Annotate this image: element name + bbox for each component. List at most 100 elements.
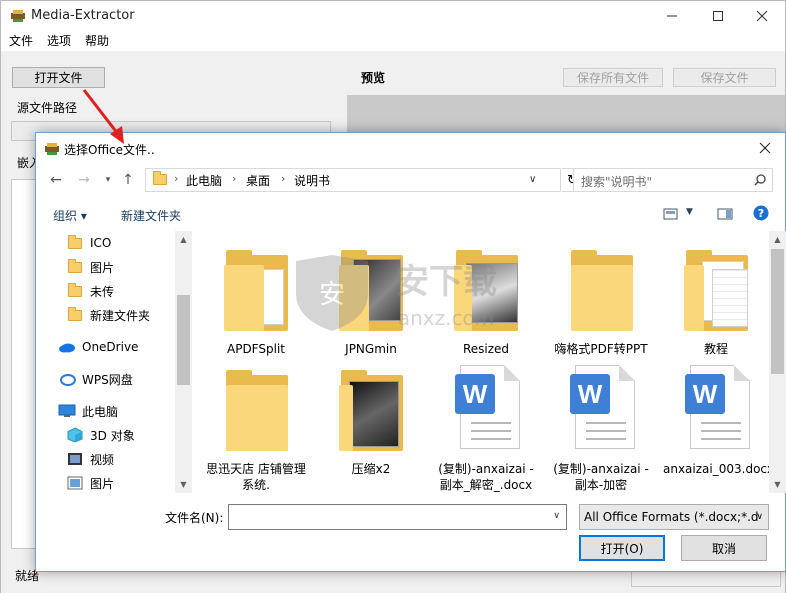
nav-item-label: ICO <box>90 236 112 250</box>
view-options-icon[interactable] <box>663 208 679 220</box>
file-item-docx-encrypted[interactable]: W (复制)-anxaizai -副本-加密 <box>548 363 654 493</box>
menu-options[interactable]: 选项 <box>47 31 71 51</box>
maximize-button[interactable] <box>695 1 741 31</box>
file-scroll-thumb[interactable] <box>771 249 784 374</box>
annotation-arrow-icon <box>82 89 124 144</box>
minimize-button[interactable] <box>649 1 695 31</box>
file-type-value: All Office Formats (*.docx;*.d <box>584 510 759 524</box>
nav-item-label: 3D 对象 <box>90 428 135 443</box>
search-box[interactable]: 搜索"说明书" <box>573 168 773 192</box>
scroll-down-icon[interactable]: ▼ <box>769 476 786 493</box>
folder-icon <box>208 363 304 459</box>
file-label: APDFSplit <box>227 342 285 356</box>
organize-button[interactable]: 组织 ▾ <box>53 207 87 224</box>
scroll-up-icon[interactable]: ▲ <box>769 231 786 248</box>
cancel-button[interactable]: 取消 <box>681 535 767 561</box>
window-title: Media-Extractor <box>31 8 135 23</box>
file-label: JPNGmin <box>345 342 397 356</box>
menu-bar: 文件 选项 帮助 <box>1 31 785 51</box>
file-label: (复制)-anxaizai -副本_解密_.docx <box>438 462 534 492</box>
folder-icon <box>668 243 764 339</box>
dialog-toolbar: 组织 ▾ 新建文件夹 ▼ ? <box>36 199 785 229</box>
recent-locations-button[interactable]: ▾ <box>98 170 118 190</box>
address-history-chevron-icon[interactable]: ∨ <box>529 174 536 185</box>
breadcrumb-separator-icon: › <box>174 172 179 185</box>
nav-item-label: WPS网盘 <box>82 372 133 387</box>
file-label: 教程 <box>703 342 728 356</box>
title-bar: Media-Extractor <box>1 1 785 31</box>
word-document-icon: W <box>668 363 764 459</box>
folder-icon <box>66 282 84 298</box>
filename-input[interactable]: ∨ <box>228 504 567 530</box>
navigation-row: ← → ▾ ↑ › 此电脑 › 桌面 › 说明书 ∨ ↻ 搜索"说明书" <box>36 165 785 195</box>
new-folder-button[interactable]: 新建文件夹 <box>121 207 181 224</box>
navigation-pane: ICO 图片 未传 新建文件夹 OneDrive WPS网盘 此电脑 3D 对象… <box>36 231 191 493</box>
search-placeholder: 搜索"说明书" <box>581 175 653 189</box>
breadcrumb-desktop[interactable]: 桌面 <box>246 172 270 189</box>
save-all-files-button[interactable]: 保存所有文件 <box>563 68 663 87</box>
close-icon <box>759 142 771 154</box>
breadcrumb-manual[interactable]: 说明书 <box>294 172 330 189</box>
back-button[interactable]: ← <box>46 170 66 190</box>
pictures-icon <box>66 476 84 490</box>
open-button[interactable]: 打开(O) <box>579 535 665 561</box>
address-bar[interactable]: › 此电脑 › 桌面 › 说明书 ∨ <box>145 168 561 192</box>
video-icon <box>66 452 84 466</box>
minimize-icon <box>667 15 677 17</box>
nav-item-label: 图片 <box>90 476 115 491</box>
file-label: (复制)-anxaizai -副本-加密 <box>553 462 649 492</box>
dialog-title-bar: 选择Office文件.. <box>36 133 785 163</box>
word-document-icon: W <box>553 363 649 459</box>
nav-pane-scrollbar[interactable]: ▲ ▼ <box>175 231 192 493</box>
arrow-up-icon: ↑ <box>122 172 134 188</box>
file-item-docx-decrypted[interactable]: W (复制)-anxaizai -副本_解密_.docx <box>433 363 539 493</box>
arrow-left-icon: ← <box>50 172 62 188</box>
file-item-store-system[interactable]: 思迅天店 店铺管理系统. <box>203 363 309 493</box>
file-type-select[interactable]: All Office Formats (*.docx;*.d ∨ <box>579 504 769 530</box>
wps-cloud-icon <box>58 372 76 386</box>
file-item-compressed-x2[interactable]: 压缩x2 <box>318 363 424 477</box>
dialog-app-icon <box>45 143 59 155</box>
folder-icon <box>66 234 84 250</box>
dialog-close-button[interactable] <box>745 133 785 163</box>
file-label: anxaizai_003.docx <box>663 462 769 476</box>
nav-item-label: 新建文件夹 <box>90 308 151 323</box>
scroll-up-icon[interactable]: ▲ <box>175 231 192 248</box>
file-item-anxaizai-003[interactable]: W anxaizai_003.docx <box>663 363 769 477</box>
scroll-down-icon[interactable]: ▼ <box>175 476 192 493</box>
watermark-logo: 安 安下载 anxz.com <box>296 255 497 331</box>
file-label: Resized <box>462 342 510 356</box>
maximize-icon <box>713 11 723 21</box>
folder-icon <box>66 306 84 322</box>
close-icon <box>756 10 768 22</box>
nav-item-label: OneDrive <box>82 340 139 354</box>
help-icon[interactable]: ? <box>753 205 769 221</box>
save-file-button[interactable]: 保存文件 <box>673 68 776 87</box>
close-button[interactable] <box>739 1 785 31</box>
up-button[interactable]: ↑ <box>118 170 138 190</box>
source-path-label: 源文件路径 <box>17 101 78 115</box>
cube-icon <box>66 427 84 443</box>
forward-button[interactable]: → <box>74 170 94 190</box>
breadcrumb-this-pc[interactable]: 此电脑 <box>186 172 222 189</box>
file-list-scrollbar[interactable]: ▲ ▼ <box>769 231 786 493</box>
folder-icon <box>553 243 649 339</box>
folder-icon <box>66 258 84 274</box>
chevron-down-icon[interactable]: ∨ <box>553 511 560 521</box>
nav-item-label: 未传 <box>90 284 115 299</box>
nav-scroll-thumb[interactable] <box>177 295 190 385</box>
address-folder-icon <box>153 171 167 188</box>
menu-file[interactable]: 文件 <box>9 31 33 51</box>
word-document-icon: W <box>438 363 534 459</box>
preview-pane-icon[interactable] <box>717 208 733 220</box>
open-file-dialog: 选择Office文件.. ← → ▾ ↑ › 此电脑 › 桌面 › 说明书 ∨ … <box>35 132 786 572</box>
open-file-button[interactable]: 打开文件 <box>12 67 105 88</box>
file-item-tutorial[interactable]: 教程 <box>663 243 769 357</box>
folder-icon <box>323 363 419 459</box>
menu-help[interactable]: 帮助 <box>85 31 109 51</box>
search-icon <box>754 174 766 186</box>
nav-item-label: 图片 <box>90 260 115 275</box>
file-item-pdf-to-ppt[interactable]: 嗨格式PDF转PPT <box>548 243 654 357</box>
svg-text:anxz.com: anxz.com <box>398 306 494 330</box>
view-dropdown-chevron-icon[interactable]: ▼ <box>686 207 693 217</box>
